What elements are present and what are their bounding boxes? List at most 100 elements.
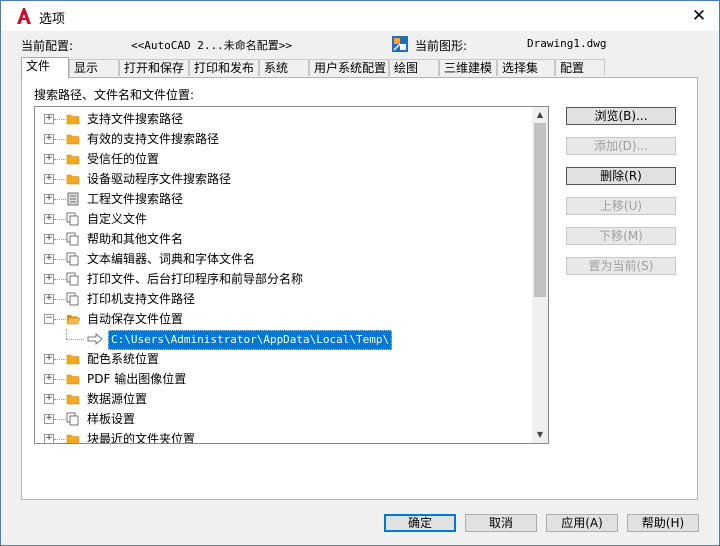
- current-drawing-value: Drawing1.dwg: [527, 37, 607, 50]
- tree-item[interactable]: − 自动保存文件位置: [35, 309, 531, 329]
- tree-item[interactable]: + 帮助和其他文件名: [35, 229, 531, 249]
- tree-item[interactable]: + 工程文件搜索路径: [35, 189, 531, 209]
- tab-selection[interactable]: 选择集: [497, 59, 555, 76]
- tree-item[interactable]: + 受信任的位置: [35, 149, 531, 169]
- tree-scrollbar[interactable]: ▲ ▼: [532, 107, 548, 443]
- expand-icon[interactable]: +: [44, 414, 54, 424]
- tree-connector: [54, 219, 66, 220]
- title-bar: 选项 ✕: [1, 1, 719, 31]
- tree-connector: [54, 119, 66, 120]
- tab-profiles[interactable]: 配置: [555, 59, 605, 76]
- expand-icon[interactable]: +: [44, 134, 54, 144]
- tab-3d-modeling[interactable]: 三维建模: [439, 59, 497, 76]
- tree-item[interactable]: + 设备驱动程序文件搜索路径: [35, 169, 531, 189]
- tree-item[interactable]: + 样板设置: [35, 409, 531, 429]
- move-up-button[interactable]: 上移(U): [566, 197, 676, 215]
- folder-icon: [66, 372, 80, 386]
- tree-item[interactable]: + 有效的支持文件搜索路径: [35, 129, 531, 149]
- tree-item-label: 配色系统位置: [87, 352, 160, 366]
- folder-icon: [66, 432, 80, 443]
- search-paths-tree[interactable]: ▲ ▼ + 支持文件搜索路径 + 有效的支持文件搜索路径 + 受信任的位置 + 设备驱动程序文…: [34, 106, 549, 444]
- tree-connector: [54, 139, 66, 140]
- tree-item-label: 设备驱动程序文件搜索路径: [87, 172, 232, 186]
- expand-icon[interactable]: +: [44, 214, 54, 224]
- tree-item[interactable]: + PDF 输出图像位置: [35, 369, 531, 389]
- expand-icon[interactable]: +: [44, 274, 54, 284]
- tree-item[interactable]: + 块最近的文件夹位置: [35, 429, 531, 443]
- tree-item[interactable]: + 打印文件、后台打印程序和前导部分名称: [35, 269, 531, 289]
- tab-files[interactable]: 文件: [21, 57, 69, 78]
- folder-icon: [66, 352, 80, 366]
- expand-icon[interactable]: +: [44, 374, 54, 384]
- tree-item-label: 自动保存文件位置: [87, 312, 184, 326]
- expand-icon[interactable]: +: [44, 294, 54, 304]
- apply-button[interactable]: 应用(A): [546, 514, 618, 532]
- tree-item[interactable]: + 文本编辑器、词典和字体文件名: [35, 249, 531, 269]
- tree-item-label: 样板设置: [87, 412, 136, 426]
- tree-item-label: 工程文件搜索路径: [87, 192, 184, 206]
- expand-icon[interactable]: +: [44, 434, 54, 443]
- expand-icon[interactable]: +: [44, 154, 54, 164]
- help-button[interactable]: 帮助(H): [627, 514, 699, 532]
- tree-item[interactable]: + 打印机支持文件路径: [35, 289, 531, 309]
- tree-item[interactable]: + 配色系统位置: [35, 349, 531, 369]
- tree-item[interactable]: + 支持文件搜索路径: [35, 109, 531, 129]
- folder-icon: [66, 152, 80, 166]
- open-folder-icon: [66, 312, 81, 326]
- remove-button[interactable]: 删除(R): [566, 167, 676, 185]
- window-title: 选项: [39, 12, 66, 27]
- tree-item-label: 数据源位置: [87, 392, 148, 406]
- tree-item[interactable]: + 数据源位置: [35, 389, 531, 409]
- drawing-icon: [392, 36, 408, 52]
- expand-icon[interactable]: +: [44, 354, 54, 364]
- tab-open-save[interactable]: 打开和保存: [119, 59, 189, 76]
- set-current-button[interactable]: 置为当前(S): [566, 257, 676, 275]
- current-drawing-label: 当前图形:: [415, 39, 468, 53]
- tree-connector: [54, 239, 66, 240]
- folder-icon: [66, 172, 80, 186]
- folder-icon: [66, 132, 80, 146]
- tree-item[interactable]: + 自定义文件: [35, 209, 531, 229]
- tree-connector: [54, 399, 66, 400]
- expand-icon[interactable]: +: [44, 114, 54, 124]
- tree-subitem[interactable]: C:\Users\Administrator\AppData\Local\Tem…: [35, 329, 531, 350]
- tree-item-label: 帮助和其他文件名: [87, 232, 184, 246]
- cancel-button[interactable]: 取消: [465, 514, 537, 532]
- tree-connector: [54, 319, 66, 320]
- tree-connector: [66, 339, 84, 340]
- scroll-thumb[interactable]: [534, 123, 546, 297]
- collapse-icon[interactable]: −: [44, 314, 54, 324]
- tab-drafting[interactable]: 绘图: [389, 59, 439, 76]
- tab-display[interactable]: 显示: [69, 59, 119, 76]
- tab-plot-publish[interactable]: 打印和发布: [189, 59, 259, 76]
- current-profile-value: <<AutoCAD 2...未命名配置>>: [131, 39, 292, 52]
- browse-button[interactable]: 浏览(B)...: [566, 107, 676, 125]
- search-paths-label: 搜索路径、文件名和文件位置:: [34, 88, 195, 102]
- documents-icon: [66, 292, 80, 306]
- expand-icon[interactable]: +: [44, 394, 54, 404]
- expand-icon[interactable]: +: [44, 194, 54, 204]
- add-button[interactable]: 添加(D)...: [566, 137, 676, 155]
- tree-item-label: 打印机支持文件路径: [87, 292, 196, 306]
- tree-connector: [54, 179, 66, 180]
- documents-icon: [66, 272, 80, 286]
- expand-icon[interactable]: +: [44, 174, 54, 184]
- ok-button[interactable]: 确定: [384, 514, 456, 532]
- documents-icon: [66, 212, 80, 226]
- tree-connector: [54, 419, 66, 420]
- files-tab-panel: 搜索路径、文件名和文件位置: ▲ ▼ + 支持文件搜索路径 + 有效的支持文件搜索路径…: [21, 77, 698, 500]
- tree-connector: [54, 159, 66, 160]
- tab-user-preferences[interactable]: 用户系统配置: [309, 59, 389, 76]
- documents-icon: [66, 412, 80, 426]
- selected-path[interactable]: C:\Users\Administrator\AppData\Local\Tem…: [108, 330, 393, 350]
- tree-connector: [54, 379, 66, 380]
- scroll-up-icon[interactable]: ▲: [532, 107, 548, 123]
- expand-icon[interactable]: +: [44, 234, 54, 244]
- close-icon[interactable]: ✕: [685, 3, 713, 29]
- documents-icon: [66, 232, 80, 246]
- scroll-down-icon[interactable]: ▼: [532, 427, 548, 443]
- tab-system[interactable]: 系统: [259, 59, 309, 76]
- expand-icon[interactable]: +: [44, 254, 54, 264]
- move-down-button[interactable]: 下移(M): [566, 227, 676, 245]
- tree-item-label: 有效的支持文件搜索路径: [87, 132, 220, 146]
